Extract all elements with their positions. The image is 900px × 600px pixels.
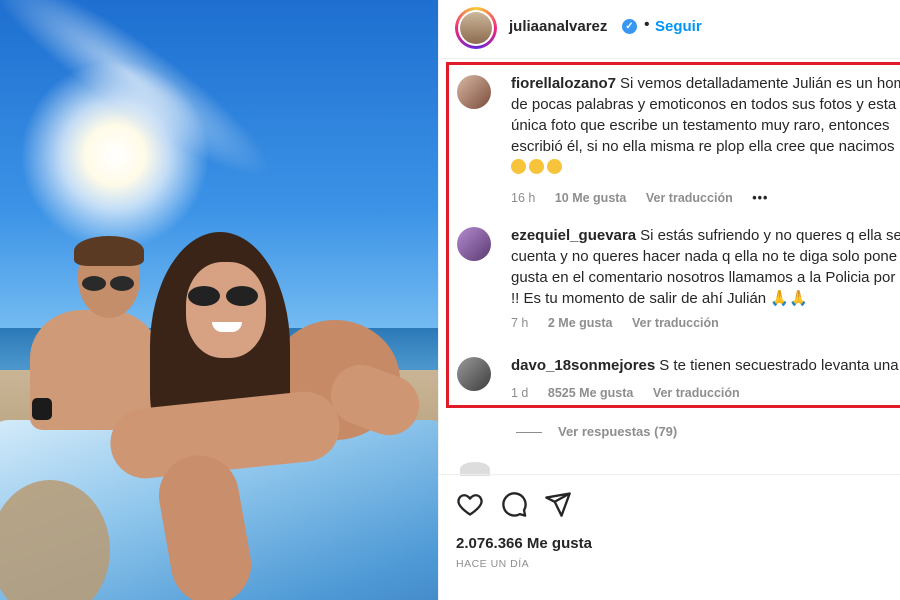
laughing-emoji-icon [547, 159, 562, 174]
comment-line: única foto que escribe un testamento muy… [511, 117, 890, 134]
man-sunglasses [82, 276, 138, 292]
comment-text: davo_18sonmejores S te tienen secuestrado… [511, 355, 900, 376]
share-icon[interactable] [544, 490, 572, 518]
comment-username[interactable]: davo_18sonmejores [511, 357, 655, 374]
laughing-emoji-icon [511, 159, 526, 174]
translate-link[interactable]: Ver traducción [632, 316, 719, 330]
comment-likes[interactable]: 2 Me gusta [548, 316, 613, 330]
comment-meta: 1 d 8525 Me gusta Ver traducción [511, 386, 756, 400]
view-replies-label: Ver respuestas (79) [558, 424, 678, 439]
translate-link[interactable]: Ver traducción [653, 386, 740, 400]
comment-time: 1 d [511, 386, 529, 400]
comment-meta: 7 h 2 Me gusta Ver traducción [511, 316, 735, 330]
comment-line: Si vemos detalladamente Julián es un hom [620, 75, 900, 92]
comment-text: ezequiel_guevara Si estás sufriendo y no … [511, 225, 900, 309]
comment-username[interactable]: fiorellalozano7 [511, 75, 616, 92]
woman-sunglasses [188, 286, 268, 306]
likes-count[interactable]: 2.076.366 Me gusta [456, 535, 592, 552]
post-header: juliaanalvarez ✓ • Seguir [439, 0, 900, 59]
comment-line: de pocas palabras y emoticonos en todos … [511, 96, 897, 113]
comment-icon[interactable] [500, 490, 528, 518]
comment-likes[interactable]: 8525 Me gusta [548, 386, 633, 400]
comment-line: Si estás sufriendo y no queres q ella se [640, 227, 900, 244]
replies-line [516, 432, 542, 434]
separator-dot: • [644, 16, 650, 33]
comment-line: !! Es tu momento de salir de ahí Julián … [511, 290, 808, 307]
verified-icon: ✓ [622, 19, 637, 34]
comment-time: 7 h [511, 316, 529, 330]
comment-text: fiorellalozano7 Si vemos detalladamente J… [511, 73, 900, 178]
post-username[interactable]: juliaanalvarez [509, 18, 607, 35]
commenter-avatar[interactable] [457, 227, 491, 261]
comment-likes[interactable]: 10 Me gusta [555, 191, 627, 205]
comment-meta: 16 h 10 Me gusta Ver traducción ••• [511, 191, 784, 205]
actions-divider [438, 474, 900, 475]
laughing-emoji-icon [529, 159, 544, 174]
comment-time: 16 h [511, 191, 536, 205]
translate-link[interactable]: Ver traducción [646, 191, 733, 205]
comment-line: cuenta y no queres hacer nada q ella no … [511, 248, 898, 265]
view-replies-button[interactable]: Ver respuestas (79) [516, 424, 677, 439]
heart-icon[interactable] [456, 490, 484, 518]
emoji-row [511, 157, 900, 178]
man-watch [32, 398, 52, 420]
commenter-avatar[interactable] [457, 357, 491, 391]
man-hair [74, 236, 144, 266]
more-options-icon[interactable]: ••• [752, 191, 768, 205]
comment-line: escribió él, si no ella misma re plop el… [511, 138, 895, 155]
follow-button[interactable]: Seguir [655, 18, 702, 35]
post-photo[interactable] [0, 0, 438, 600]
comment-line: gusta en el comentario nosotros llamamos… [511, 269, 896, 286]
comment-username[interactable]: ezequiel_guevara [511, 227, 636, 244]
post-time: HACE UN DÍA [456, 558, 530, 570]
commenter-avatar[interactable] [457, 75, 491, 109]
comment-line: S te tienen secuestrado levanta una c [659, 357, 900, 374]
woman-face [186, 262, 266, 358]
profile-avatar[interactable] [455, 7, 497, 49]
highlighted-comments: fiorellalozano7 Si vemos detalladamente J… [446, 62, 900, 408]
